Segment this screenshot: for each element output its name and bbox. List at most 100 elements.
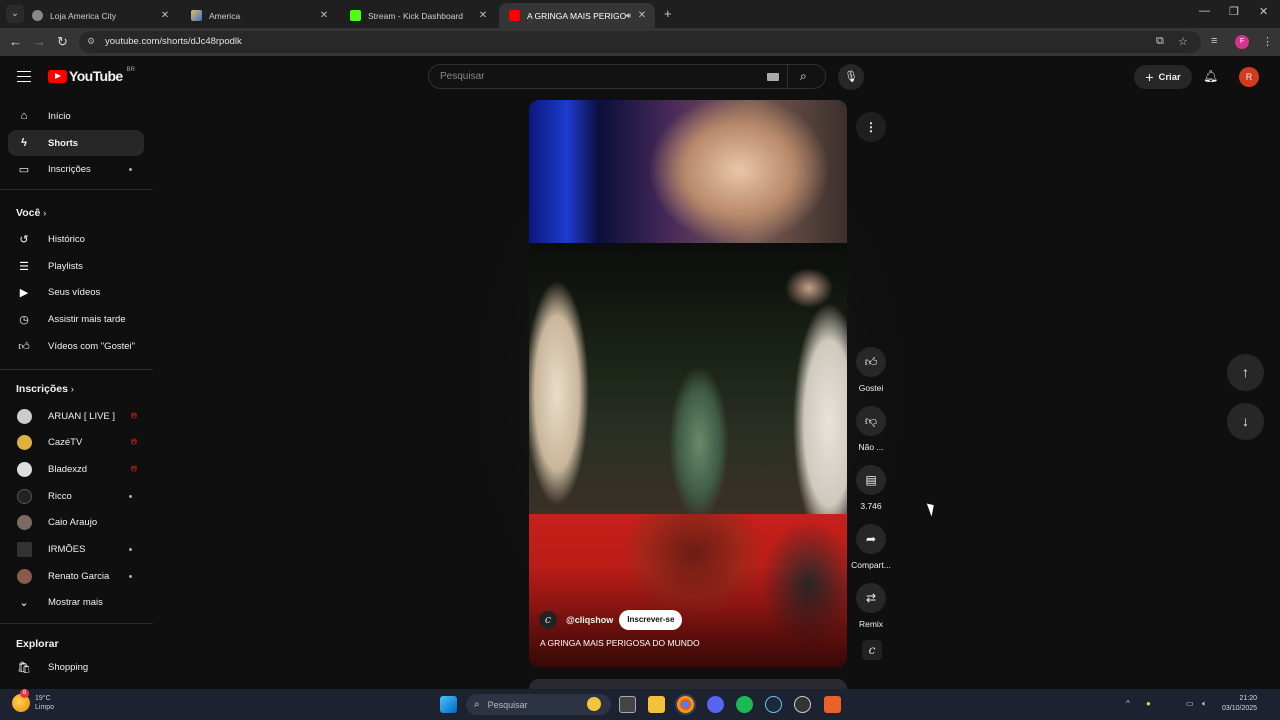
channel-name: Ricco <box>48 490 72 502</box>
account-avatar[interactable]: R <box>1239 67 1259 87</box>
obs-icon[interactable] <box>794 696 811 713</box>
search-box[interactable]: Pesquisar ⌕ <box>428 64 826 89</box>
sound-source-avatar[interactable]: c <box>862 640 882 660</box>
more-options-icon[interactable]: ⋮ <box>856 112 886 142</box>
tray-app-icon[interactable]: ● <box>1146 699 1151 708</box>
next-short-arrow-down-icon[interactable]: ↓ <box>1227 403 1264 440</box>
thumbs-up-icon[interactable]: 👍︎ <box>856 347 886 377</box>
browser-tab[interactable]: Stream - Kick Dashboard ✕ <box>340 3 496 28</box>
new-tab-button[interactable]: + <box>664 6 672 21</box>
sidebar-item-watch-later[interactable]: ◷ Assistir mais tarde <box>8 306 144 332</box>
comments-button[interactable]: ▤ 3.746 <box>849 465 893 511</box>
channel-name: Bladexzd <box>48 463 88 475</box>
you-section-header[interactable]: Você › <box>16 207 46 219</box>
steam-icon[interactable] <box>765 696 782 713</box>
shorts-video-player[interactable]: c @cliqshow Inscrever-se A GRINGA MAIS P… <box>529 100 847 667</box>
back-icon[interactable]: ← <box>9 34 22 49</box>
search-icon[interactable]: ⌕ <box>800 69 807 84</box>
url-text[interactable]: youtube.com/shorts/dJc48rpodlk <box>105 36 242 47</box>
address-bar[interactable]: ⚙ youtube.com/shorts/dJc48rpodlk ⧉ ☆ <box>79 31 1201 53</box>
like-button[interactable]: 👍︎ Gostei <box>849 347 893 393</box>
keyboard-icon[interactable] <box>767 73 779 81</box>
sidebar-item-home[interactable]: ⌂ Início <box>8 103 144 129</box>
spotify-icon[interactable] <box>736 696 753 713</box>
close-icon[interactable]: ✕ <box>158 10 172 21</box>
install-app-icon[interactable]: ⧉ <box>1156 35 1164 48</box>
speaker-icon[interactable]: 🔊︎ <box>626 11 631 21</box>
tray-chevron-up-icon[interactable]: ^ <box>1126 699 1130 708</box>
weather-widget[interactable]: 8 19°C Limpo <box>12 689 54 712</box>
taskbar-search-input[interactable]: Pesquisar <box>488 700 528 710</box>
restore-icon[interactable]: ❐ <box>1229 5 1239 18</box>
browser-tab-active[interactable]: A GRINGA MAIS PERIGOSA 🔊︎ ✕ <box>499 3 655 28</box>
short-title[interactable]: A GRINGA MAIS PERIGOSA DO MUNDO <box>540 638 700 648</box>
sidebar-item-history[interactable]: ↺ Histórico <box>8 226 144 252</box>
microphone-icon[interactable]: 🎙︎ <box>838 64 864 90</box>
browser-menu-icon[interactable]: ⋮ <box>1262 35 1273 48</box>
subscriptions-section-header[interactable]: Inscrições › <box>16 383 74 395</box>
comment-icon[interactable]: ▤ <box>856 465 886 495</box>
sidebar-channel-bladexzd[interactable]: Bladexzd ((•)) <box>8 456 144 482</box>
browser-tab[interactable]: America ✕ <box>181 3 337 28</box>
taskbar-search[interactable]: ⌕ Pesquisar <box>466 694 611 715</box>
network-icon[interactable]: ▭ <box>1186 699 1194 708</box>
dislike-button[interactable]: 👎︎ Não ... <box>849 406 893 452</box>
bookmark-star-icon[interactable]: ☆ <box>1178 35 1188 48</box>
playlists-icon: ☰ <box>19 260 29 273</box>
home-icon: ⌂ <box>20 110 28 122</box>
channel-avatar[interactable]: c <box>539 611 557 629</box>
sidebar-item-liked-videos[interactable]: 👍︎ Vídeos com "Gostei" <box>8 333 144 359</box>
notification-badge: 8 <box>20 689 29 698</box>
task-view-icon[interactable] <box>619 696 636 713</box>
sidebar-channel-renato-garcia[interactable]: Renato Garcia <box>8 563 144 589</box>
subscribe-button[interactable]: Inscrever-se <box>619 610 683 630</box>
window-close-icon[interactable]: ✕ <box>1259 5 1268 18</box>
browser-tab[interactable]: Loja America City ✕ <box>22 3 178 28</box>
volume-icon[interactable]: 🔈︎ <box>1202 699 1207 709</box>
thumbs-down-icon[interactable]: 👎︎ <box>856 406 886 436</box>
next-short-preview[interactable] <box>529 679 847 689</box>
remix-icon[interactable]: ⇄ <box>856 583 886 613</box>
media-controls-icon[interactable]: ≡ <box>1211 35 1217 47</box>
sidebar-channel-caio-araujo[interactable]: Caio Araujo <box>8 509 144 535</box>
channel-name: IRMÕES <box>48 543 86 555</box>
close-icon[interactable]: ✕ <box>476 10 490 21</box>
avatar <box>17 568 32 584</box>
search-input[interactable]: Pesquisar <box>440 71 484 82</box>
file-explorer-icon[interactable] <box>648 696 665 713</box>
youtube-play-icon <box>48 69 67 83</box>
system-clock[interactable]: 21:20 03/10/2025 <box>1222 694 1257 714</box>
search-icon: ⌕ <box>474 699 480 710</box>
sidebar-item-subscriptions[interactable]: ▭ Inscrições <box>8 156 144 182</box>
youtube-logo[interactable]: YouTube BR <box>48 67 135 84</box>
sidebar-item-label: Mostrar mais <box>48 596 103 608</box>
sidebar-item-playlists[interactable]: ☰ Playlists <box>8 253 144 279</box>
windows-start-icon[interactable] <box>440 696 457 713</box>
sidebar-item-your-videos[interactable]: ▶ Seus vídeos <box>8 279 144 305</box>
close-icon[interactable]: ✕ <box>635 10 649 21</box>
menu-icon[interactable] <box>17 71 31 82</box>
sidebar-channel-ricco[interactable]: Ricco <box>8 483 144 509</box>
show-more-button[interactable]: ⌄ Mostrar mais <box>8 589 144 615</box>
create-button[interactable]: + Criar <box>1134 65 1192 89</box>
sidebar-channel-cazetv[interactable]: CazéTV ((•)) <box>8 429 144 455</box>
sidebar-item-shopping[interactable]: 🛍︎ Shopping <box>8 654 144 680</box>
sidebar-channel-aruan[interactable]: ARUAN [ LIVE ] ((•)) <box>8 403 144 429</box>
sidebar-item-shorts[interactable]: ϟ Shorts <box>8 130 144 156</box>
app-icon[interactable] <box>824 696 841 713</box>
forward-icon[interactable]: → <box>33 34 46 49</box>
browser-profile-avatar[interactable]: F <box>1235 35 1249 49</box>
notifications-bell-icon[interactable]: 🔔︎ <box>1203 69 1218 83</box>
previous-short-arrow-up-icon[interactable]: ↑ <box>1227 354 1264 391</box>
reload-icon[interactable]: ↻ <box>57 34 68 50</box>
discord-icon[interactable] <box>707 696 724 713</box>
channel-handle[interactable]: @cliqshow <box>566 615 613 625</box>
close-icon[interactable]: ✕ <box>317 10 331 21</box>
chrome-icon[interactable] <box>675 694 696 715</box>
site-info-icon[interactable]: ⚙ <box>87 36 99 48</box>
minimize-icon[interactable]: — <box>1199 5 1210 17</box>
share-arrow-icon[interactable]: ➦ <box>856 524 886 554</box>
share-button[interactable]: ➦ Compart... <box>849 524 893 570</box>
remix-button[interactable]: ⇄ Remix <box>849 583 893 629</box>
sidebar-channel-irmoes[interactable]: IRMÕES <box>8 536 144 562</box>
